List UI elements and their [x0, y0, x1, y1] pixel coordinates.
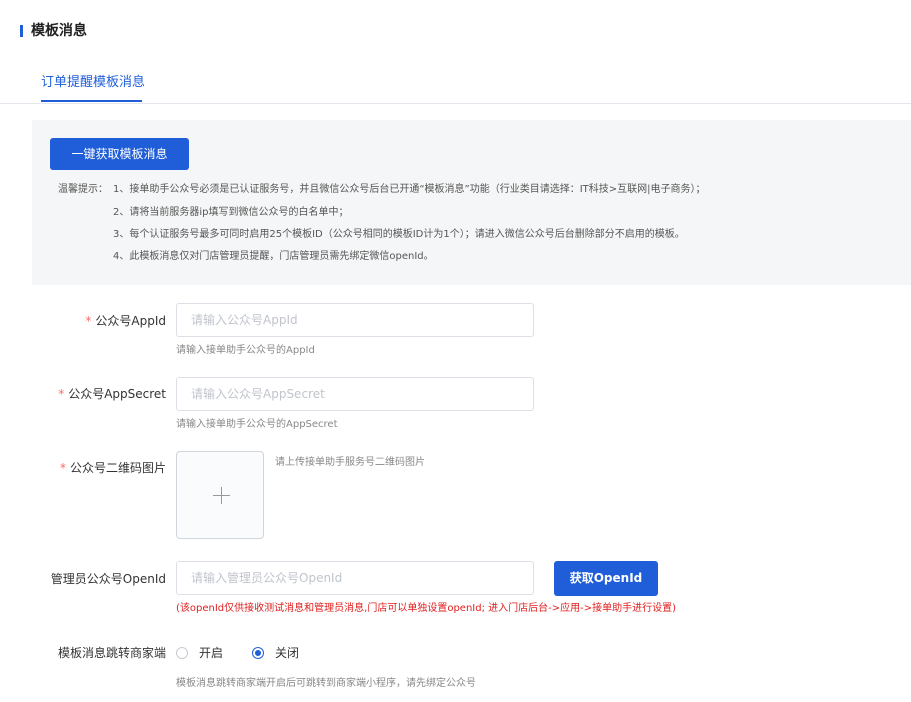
tab-order-reminder-template[interactable]: 订单提醒模板消息 [41, 74, 145, 92]
qrcode-upload-button[interactable] [176, 451, 264, 539]
redirect-off-label[interactable]: 关闭 [275, 645, 299, 661]
tab-bar: 订单提醒模板消息 [0, 70, 911, 104]
notice-tip-1: 1、接单助手公众号必须是已认证服务号，并且微信公众号后台已开通“模板消息”功能（… [113, 184, 706, 195]
appid-label: * 公众号AppId [85, 314, 166, 328]
qrcode-hint: 请上传接单助手服务号二维码图片 [275, 457, 425, 468]
notice-tip-2: 2、请将当前服务器ip填写到微信公众号的白名单中； [113, 207, 349, 218]
appsecret-input[interactable] [176, 377, 534, 411]
redirect-on-radio[interactable] [176, 647, 188, 659]
fetch-template-button[interactable]: 一键获取模板消息 [50, 138, 189, 170]
section-title-bar [20, 25, 23, 37]
appid-hint: 请输入接单助手公众号的AppId [176, 345, 315, 356]
qrcode-label: * 公众号二维码图片 [59, 461, 166, 475]
appid-input[interactable] [176, 303, 534, 337]
openid-input[interactable] [176, 561, 534, 595]
redirect-off-radio[interactable] [252, 647, 264, 659]
redirect-label: 模板消息跳转商家端 [57, 646, 166, 660]
notice-panel: 一键获取模板消息 温馨提示： 1、接单助手公众号必须是已认证服务号，并且微信公众… [32, 120, 911, 285]
redirect-on-label[interactable]: 开启 [199, 645, 223, 661]
openid-label: 管理员公众号OpenId [50, 572, 166, 586]
openid-warning: (该openId仅供接收测试消息和管理员消息,门店可以单独设置openId; 进… [176, 603, 677, 614]
required-mark: * [59, 461, 66, 475]
appsecret-hint: 请输入接单助手公众号的AppSecret [176, 419, 338, 430]
appsecret-label: * 公众号AppSecret [58, 387, 166, 401]
required-mark: * [85, 314, 92, 328]
notice-prefix: 温馨提示： [58, 184, 108, 195]
get-openid-button[interactable]: 获取OpenId [554, 561, 658, 596]
section-title: 模板消息 [31, 23, 87, 39]
required-mark: * [58, 387, 65, 401]
active-tab-indicator [41, 100, 142, 102]
notice-tip-4: 4、此模板消息仅对门店管理员提醒，门店管理员需先绑定微信openId。 [113, 251, 434, 262]
redirect-hint: 模板消息跳转商家端开启后可跳转到商家端小程序，请先绑定公众号 [176, 678, 476, 689]
notice-tip-3: 3、每个认证服务号最多可同时启用25个模板ID（公众号相同的模板ID计为1个）；… [113, 229, 685, 240]
